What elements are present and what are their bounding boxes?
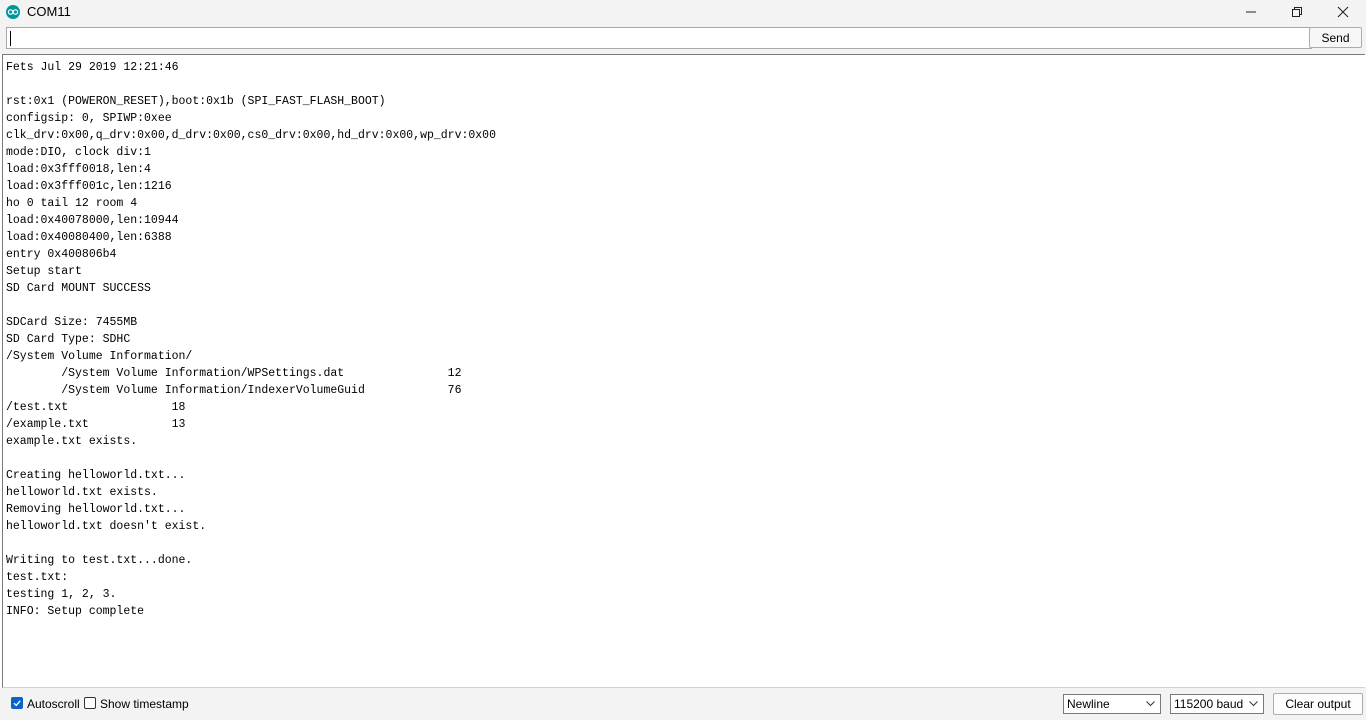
serial-output-pane[interactable]: Fets Jul 29 2019 12:21:46 rst:0x1 (POWER… <box>2 54 1365 688</box>
chevron-down-icon <box>1146 701 1155 707</box>
line-ending-value: Newline <box>1067 697 1110 711</box>
baud-rate-value: 115200 baud <box>1174 697 1244 711</box>
restore-icon <box>1292 7 1302 17</box>
send-input[interactable] <box>6 27 1312 49</box>
autoscroll-checkbox[interactable] <box>11 697 23 709</box>
show-timestamp-label[interactable]: Show timestamp <box>100 697 189 711</box>
serial-monitor-window: COM11 Send Fets Jul 29 2019 12:21:46 rst… <box>0 0 1366 720</box>
serial-output-text: Fets Jul 29 2019 12:21:46 rst:0x1 (POWER… <box>6 61 496 618</box>
clear-output-button[interactable]: Clear output <box>1273 693 1363 715</box>
autoscroll-label[interactable]: Autoscroll <box>27 697 80 711</box>
status-bar: Autoscroll Show timestamp Newline 115200… <box>0 688 1366 720</box>
checkmark-icon <box>13 700 21 707</box>
close-icon <box>1337 6 1349 18</box>
close-button[interactable] <box>1320 0 1366 24</box>
restore-button[interactable] <box>1274 0 1320 24</box>
text-caret <box>10 31 11 46</box>
baud-rate-select[interactable]: 115200 baud <box>1170 694 1264 714</box>
send-button[interactable]: Send <box>1309 27 1362 48</box>
chevron-down-icon <box>1249 701 1258 707</box>
window-title: COM11 <box>27 4 71 19</box>
send-toolbar: Send <box>0 24 1366 54</box>
minimize-icon <box>1246 11 1256 13</box>
show-timestamp-checkbox[interactable] <box>84 697 96 709</box>
arduino-logo-icon <box>6 5 20 19</box>
line-ending-select[interactable]: Newline <box>1063 694 1161 714</box>
minimize-button[interactable] <box>1228 0 1274 24</box>
title-bar: COM11 <box>0 0 1366 24</box>
